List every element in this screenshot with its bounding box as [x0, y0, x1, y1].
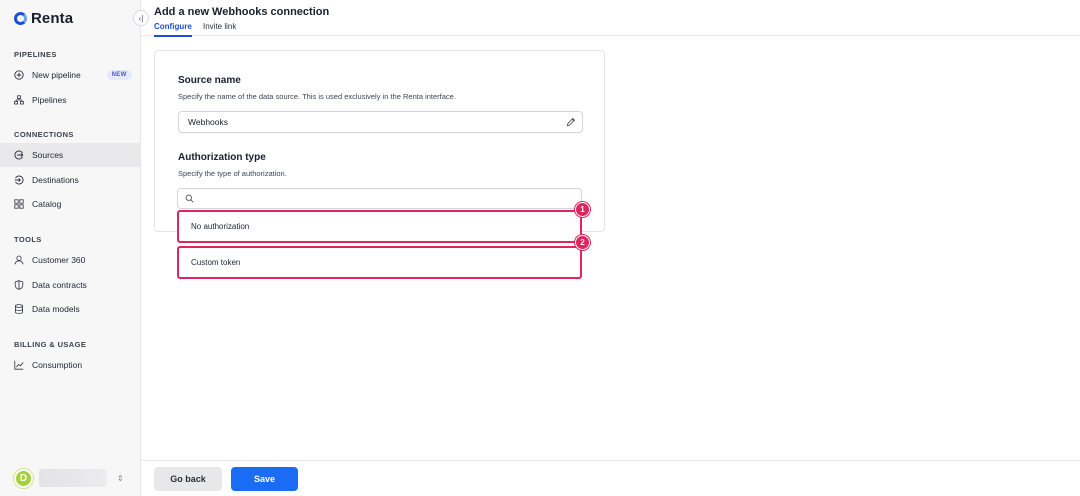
source-name-description: Specify the name of the data source. Thi…: [178, 92, 456, 101]
sidebar-item-label: Destinations: [32, 175, 79, 185]
user-switcher[interactable]: D ⇕: [14, 467, 132, 489]
renta-logo-icon: [14, 11, 27, 25]
page-header: Add a new Webhooks connection Configure …: [141, 0, 1080, 37]
pipelines-icon: [14, 95, 24, 105]
authorization-type-title: Authorization type: [178, 152, 266, 163]
grid-icon: [14, 199, 24, 209]
go-back-button[interactable]: Go back: [154, 467, 222, 491]
option-label: No authorization: [191, 222, 250, 231]
sidebar-item-customer-360[interactable]: Customer 360: [0, 248, 140, 272]
app-logo[interactable]: Renta: [14, 9, 73, 27]
collapse-sidebar-button[interactable]: ‹|: [133, 10, 149, 26]
section-title-connections: CONNECTIONS: [14, 130, 74, 139]
plus-circle-icon: [14, 70, 24, 80]
authorization-type-description: Specify the type of authorization.: [178, 169, 287, 178]
app-name: Renta: [31, 9, 74, 27]
sidebar-item-label: Customer 360: [32, 255, 86, 265]
database-icon: [14, 304, 24, 314]
tab-invite-link[interactable]: Invite link: [203, 22, 236, 35]
authorization-search-input[interactable]: [177, 188, 582, 209]
option-label: Custom token: [191, 258, 241, 267]
sidebar-item-label: Consumption: [32, 360, 83, 370]
shield-icon: [14, 280, 24, 290]
destinations-icon: [14, 175, 24, 185]
annotation-marker-2: 2: [575, 235, 590, 250]
sidebar-item-sources[interactable]: Sources: [0, 143, 140, 167]
user-icon: [14, 255, 24, 265]
section-title-billing: BILLING & USAGE: [14, 340, 87, 349]
sidebar-item-label: Pipelines: [32, 95, 67, 105]
option-custom-token[interactable]: Custom token: [177, 246, 582, 279]
footer-bar: Go back Save: [141, 460, 1080, 496]
sidebar-item-data-contracts[interactable]: Data contracts: [0, 273, 140, 297]
annotation-marker-1: 1: [575, 202, 590, 217]
chevron-left-icon: ‹|: [138, 13, 144, 23]
chart-line-icon: [14, 360, 24, 370]
page-title: Add a new Webhooks connection: [154, 6, 330, 18]
search-icon: [185, 192, 194, 206]
section-title-pipelines: PIPELINES: [14, 50, 57, 59]
sidebar-item-catalog[interactable]: Catalog: [0, 192, 140, 216]
sidebar-item-consumption[interactable]: Consumption: [0, 353, 140, 377]
sidebar-item-pipelines[interactable]: Pipelines: [0, 88, 140, 112]
source-name-title: Source name: [178, 75, 241, 86]
user-name-redacted: [39, 469, 107, 487]
new-badge: NEW: [106, 70, 132, 80]
section-title-tools: TOOLS: [14, 235, 42, 244]
sidebar-item-data-models[interactable]: Data models: [0, 297, 140, 321]
sidebar: Renta PIPELINES New pipeline NEW Pipelin…: [0, 0, 141, 496]
chevron-up-down-icon: ⇕: [117, 473, 124, 483]
option-no-authorization[interactable]: No authorization: [177, 210, 582, 243]
sidebar-item-label: Data contracts: [32, 280, 87, 290]
source-name-input[interactable]: Webhooks: [178, 111, 583, 133]
sidebar-item-label: New pipeline: [32, 70, 81, 80]
source-name-value: Webhooks: [188, 117, 229, 127]
sidebar-item-new-pipeline[interactable]: New pipeline NEW: [0, 63, 140, 87]
tab-configure[interactable]: Configure: [154, 22, 192, 37]
avatar: D: [14, 468, 33, 488]
sidebar-item-destinations[interactable]: Destinations: [0, 168, 140, 192]
pencil-icon[interactable]: [566, 117, 576, 127]
sidebar-item-label: Sources: [32, 150, 64, 160]
sources-icon: [14, 150, 24, 160]
sidebar-item-label: Catalog: [32, 199, 62, 209]
sidebar-item-label: Data models: [32, 304, 80, 314]
save-button[interactable]: Save: [231, 467, 298, 491]
